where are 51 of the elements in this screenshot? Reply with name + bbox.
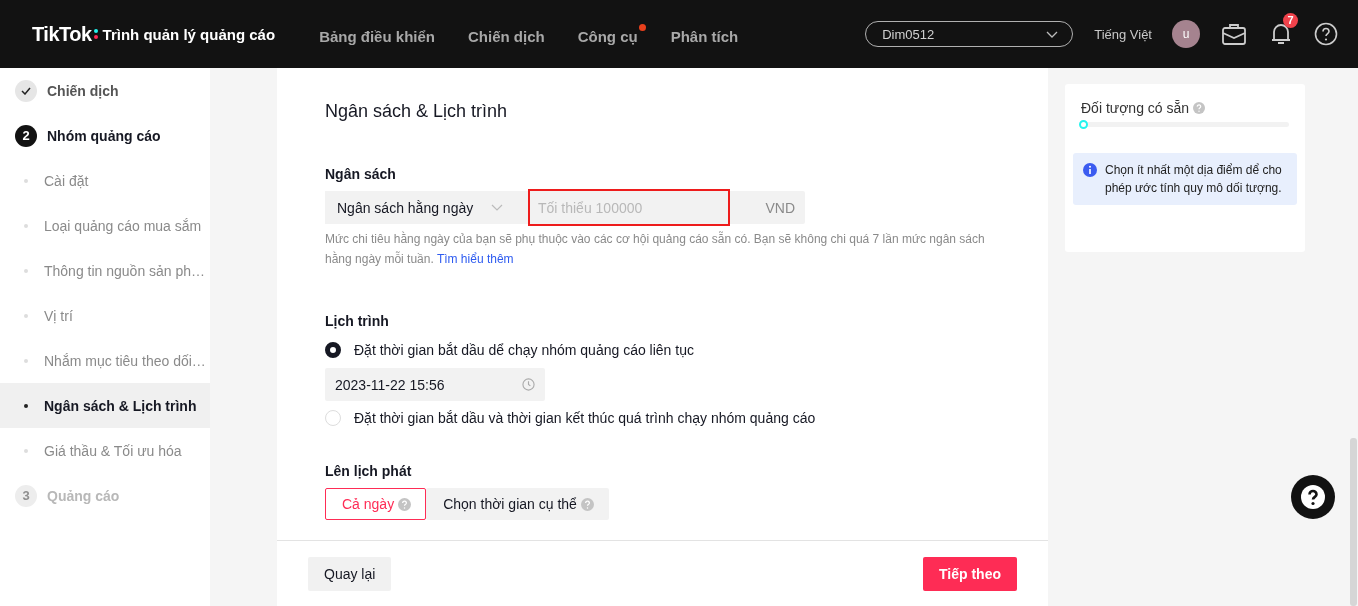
radio-label[interactable]: Đặt thời gian bắt dầu và thời gian kết thúc quá trình chạy nhóm quảng cáo <box>354 410 816 426</box>
radio-label[interactable]: Đặt thời gian bắt dầu dể chạy nhóm quảng cáo liên tục <box>354 342 694 358</box>
next-button[interactable]: Tiếp theo <box>923 556 1017 591</box>
nav-link[interactable]: Phân tích <box>670 23 747 45</box>
help-text: Mức chi tiêu hằng ngày của bạn sẽ phụ thuộc vào các cơ hội quảng cáo sẵn có. Bạn sẽ không chi quá 7 lần mức ngân sách hằng ngày mỗi tuần. Tìm hiểu thêm <box>325 230 986 268</box>
radio-button[interactable] <box>325 342 341 358</box>
sidebar-item[interactable]: Thông tin nguồn sản ph… <box>0 248 210 293</box>
currency-label: VND <box>765 199 795 216</box>
language-selector[interactable]: Tiếng Việt <box>1094 26 1152 42</box>
field-label: Lên lịch phát <box>325 463 413 479</box>
help-icon <box>1301 485 1325 509</box>
info-text: Chọn ít nhất một dịa điểm dể cho phép ước tính quy mô dối tượng. <box>1105 162 1283 197</box>
sidebar-item[interactable]: Vị trí <box>0 293 210 338</box>
date-time-field[interactable]: 2023-11-22 15:56 <box>325 368 545 401</box>
nav-link[interactable]: Chiến dịch <box>468 23 553 45</box>
field-label: Ngân sách <box>325 166 397 182</box>
panel-title: Đối tượng có sẵn <box>1081 100 1190 116</box>
field-label: Lịch trình <box>325 313 390 329</box>
chevron-down-icon <box>1046 30 1059 38</box>
bell-icon <box>1270 22 1292 46</box>
step-label[interactable]: Chiến dịch <box>47 82 119 99</box>
step-indicator: 3 <box>15 484 37 507</box>
help-icon[interactable] <box>1314 22 1338 46</box>
nav-link[interactable]: Bảng điều khiển <box>319 23 443 45</box>
sidebar-item[interactable]: Ngân sách & Lịch trình <box>0 383 210 428</box>
date-time-value: 2023-11-22 15:56 <box>335 376 445 393</box>
chevron-down-icon <box>491 204 503 211</box>
segment-option[interactable]: Cả ngày <box>325 488 427 520</box>
sidebar-item[interactable]: Giá thầu & Tối ưu hóa <box>0 428 210 473</box>
nav-link[interactable]: Công cụ <box>577 23 646 45</box>
scrollbar[interactable] <box>1350 438 1357 606</box>
logo-text: TikTok <box>32 22 92 46</box>
briefcase-icon[interactable] <box>1222 23 1246 45</box>
app-name: Trình quản lý quảng cáo <box>102 25 276 43</box>
notifications-button[interactable]: 7 <box>1270 13 1298 46</box>
help-button[interactable] <box>1291 475 1335 519</box>
segment-option[interactable]: Chọn thời gian cụ thể <box>426 488 609 520</box>
info-icon <box>1083 163 1097 177</box>
sidebar-item[interactable]: Nhắm mục tiêu theo dối… <box>0 338 210 383</box>
notification-count: 7 <box>1283 13 1298 28</box>
logo-mark-icon <box>92 28 99 40</box>
step-label[interactable]: Nhóm quảng cáo <box>47 127 161 144</box>
sidebar-item[interactable]: Loại quảng cáo mua sắm <box>0 203 210 248</box>
account-name: Dim0512 <box>882 26 935 42</box>
learn-more-link[interactable]: Tìm hiểu thêm <box>436 252 514 266</box>
clock-icon <box>522 378 535 391</box>
sidebar-item[interactable]: Cài đặt <box>0 158 210 203</box>
step-indicator: 2 <box>15 124 37 147</box>
section-title: Ngân sách & Lịch trình <box>325 101 509 122</box>
budget-input[interactable]: Tối thiểu 100000 <box>528 189 730 226</box>
back-button[interactable]: Quay lại <box>308 556 392 591</box>
